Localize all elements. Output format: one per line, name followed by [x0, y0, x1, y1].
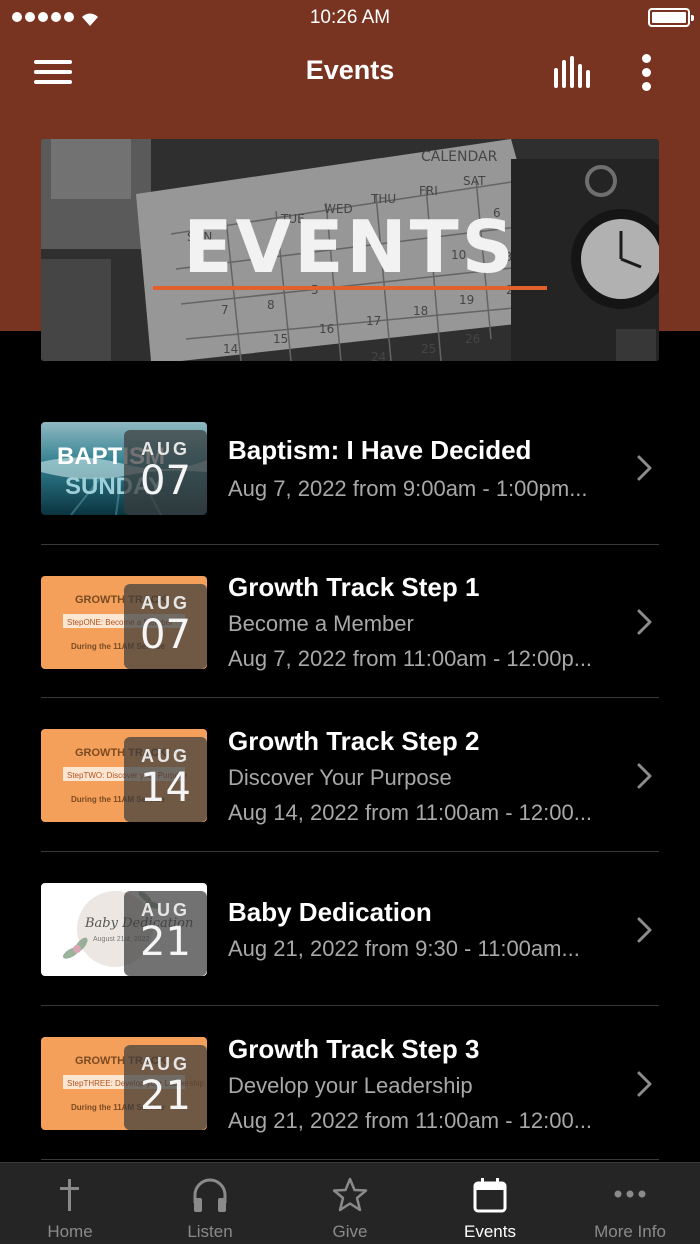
- event-title: Baby Dedication: [228, 897, 432, 927]
- event-title: Growth Track Step 3: [228, 1034, 480, 1064]
- star-icon: [332, 1177, 368, 1212]
- headphones-icon: [193, 1178, 227, 1212]
- event-row-growth-track-3[interactable]: GROWTH TRACK StepTHREE: Develop your Lea…: [41, 1006, 659, 1160]
- tab-home[interactable]: Home: [0, 1163, 140, 1244]
- event-subtitle: Discover Your Purpose: [228, 765, 452, 790]
- nav-bar: Events: [0, 40, 700, 104]
- date-month: AUG: [141, 900, 190, 920]
- chevron-right-icon: [637, 1071, 652, 1097]
- tab-label: Give: [332, 1222, 368, 1241]
- date-badge: AUG 07: [124, 584, 207, 669]
- event-row-growth-track-1[interactable]: GROWTH TRACK StepONE: Become a Member Du…: [41, 545, 659, 698]
- date-badge: AUG 07: [124, 430, 207, 515]
- tab-more-info[interactable]: More Info: [560, 1163, 700, 1244]
- event-subtitle: Become a Member: [228, 611, 414, 636]
- event-thumbnail: GROWTH TRACK StepONE: Become a Member Du…: [41, 576, 207, 669]
- banner-title: EVENTS: [183, 205, 517, 289]
- event-row-baby-dedication[interactable]: Baby Dedication August 21st, 2022 AUG 21…: [41, 852, 659, 1006]
- event-date: Aug 21, 2022 from 9:30 - 11:00am...: [228, 936, 580, 961]
- date-month: AUG: [141, 746, 190, 766]
- status-time: 10:26 AM: [309, 7, 391, 28]
- tab-give[interactable]: Give: [280, 1163, 420, 1244]
- ellipsis-icon: [614, 1190, 646, 1198]
- event-row-baptism[interactable]: BAPTISM SUNDAY AUG 07 Baptism: I Have De…: [41, 392, 659, 545]
- events-banner: CALENDAR SUN TUE WED THU FRI SAT 5 6 7 8…: [41, 139, 659, 361]
- date-month: AUG: [141, 1054, 190, 1074]
- battery-icon: [648, 8, 694, 27]
- event-subtitle: Develop your Leadership: [228, 1073, 473, 1098]
- audio-bars-button[interactable]: [548, 54, 596, 90]
- event-thumbnail: Baby Dedication August 21st, 2022 AUG 21: [41, 883, 207, 976]
- tab-listen[interactable]: Listen: [140, 1163, 280, 1244]
- event-thumbnail: GROWTH TRACK StepTHREE: Develop your Lea…: [41, 1037, 207, 1130]
- banner-underline: [153, 286, 547, 290]
- tab-label: Events: [464, 1222, 516, 1241]
- calendar-icon: [473, 1178, 507, 1213]
- event-date: Aug 14, 2022 from 11:00am - 12:00...: [228, 800, 593, 825]
- date-day: 21: [140, 1073, 191, 1119]
- row-divider: [41, 1159, 659, 1160]
- tab-label: Home: [47, 1222, 93, 1241]
- event-date: Aug 7, 2022 from 9:00am - 1:00pm...: [228, 476, 588, 501]
- event-date: Aug 21, 2022 from 11:00am - 12:00...: [228, 1108, 593, 1133]
- date-day: 07: [140, 458, 191, 504]
- event-thumbnail: GROWTH TRACK StepTWO: Discover your Purp…: [41, 729, 207, 822]
- chevron-right-icon: [637, 917, 652, 943]
- event-title: Baptism: I Have Decided: [228, 435, 532, 465]
- tab-events[interactable]: Events: [420, 1163, 560, 1244]
- tab-label: Listen: [187, 1222, 233, 1241]
- date-badge: AUG 21: [124, 891, 207, 976]
- date-month: AUG: [141, 593, 190, 613]
- more-options-button[interactable]: [630, 50, 664, 94]
- event-row-growth-track-2[interactable]: GROWTH TRACK StepTWO: Discover your Purp…: [41, 698, 659, 852]
- event-thumbnail: BAPTISM SUNDAY AUG 07: [41, 422, 207, 515]
- chevron-right-icon: [637, 455, 652, 481]
- date-month: AUG: [141, 439, 190, 459]
- chevron-right-icon: [637, 609, 652, 635]
- date-day: 14: [140, 765, 191, 811]
- tab-label: More Info: [594, 1222, 666, 1241]
- chevron-right-icon: [637, 763, 652, 789]
- cross-icon: [60, 1179, 79, 1211]
- status-bar: 10:26 AM: [0, 0, 700, 36]
- event-date: Aug 7, 2022 from 11:00am - 12:00p...: [228, 646, 593, 671]
- date-day: 07: [140, 612, 191, 658]
- tab-bar: Home Listen Give Events More Info: [0, 1162, 700, 1244]
- event-title: Growth Track Step 1: [228, 572, 480, 602]
- date-badge: AUG 14: [124, 737, 207, 822]
- date-badge: AUG 21: [124, 1045, 207, 1130]
- date-day: 21: [140, 919, 191, 965]
- event-title: Growth Track Step 2: [228, 726, 480, 756]
